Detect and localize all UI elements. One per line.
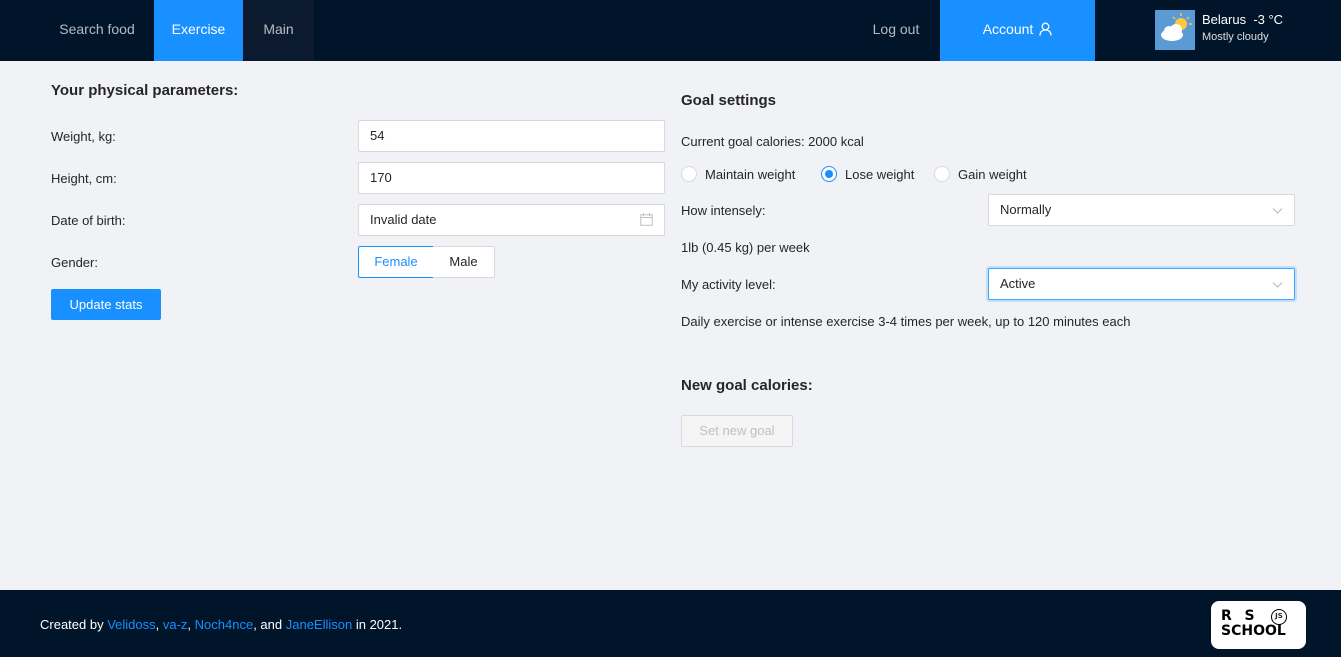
account-button[interactable]: Account xyxy=(940,0,1095,61)
weather-description: Mostly cloudy xyxy=(1202,31,1269,43)
gender-female-button[interactable]: Female xyxy=(358,246,434,278)
weather-location-temp: Belarus -3 °C xyxy=(1202,12,1283,27)
radio-circle xyxy=(934,166,950,182)
nav-exercise[interactable]: Exercise xyxy=(154,0,243,61)
chevron-down-icon xyxy=(1272,208,1283,214)
nav-search-food[interactable]: Search food xyxy=(40,0,154,61)
footer-sep: , and xyxy=(253,617,286,632)
logo-line1: R S xyxy=(1221,608,1256,624)
footer-credits: Created by Velidoss, va-z, Noch4nce, and… xyxy=(40,617,402,632)
footer-sep: , xyxy=(187,617,195,632)
physical-params-title: Your physical parameters: xyxy=(51,82,239,99)
activity-value: Active xyxy=(1000,276,1036,291)
intensity-select[interactable]: Normally xyxy=(988,194,1295,226)
activity-label: My activity level: xyxy=(681,277,776,292)
nav-main[interactable]: Main xyxy=(243,0,314,61)
new-goal-title: New goal calories: xyxy=(681,377,813,394)
weather-temperature: -3 °C xyxy=(1253,12,1284,27)
logout-button[interactable]: Log out xyxy=(852,0,940,61)
user-icon xyxy=(1039,22,1052,36)
author-link-va-z[interactable]: va-z xyxy=(163,617,188,632)
footer: Created by Velidoss, va-z, Noch4nce, and… xyxy=(0,590,1341,657)
update-stats-button[interactable]: Update stats xyxy=(51,289,161,320)
intensity-note: 1lb (0.45 kg) per week xyxy=(681,240,810,255)
intensity-label: How intensely: xyxy=(681,203,766,218)
chevron-down-icon xyxy=(1272,282,1283,288)
radio-circle xyxy=(681,166,697,182)
activity-select[interactable]: Active xyxy=(988,268,1295,300)
radio-lose-weight[interactable]: Lose weight xyxy=(821,166,914,182)
radio-gain-weight[interactable]: Gain weight xyxy=(934,166,1027,182)
dob-label: Date of birth: xyxy=(51,213,126,228)
radio-label: Lose weight xyxy=(845,167,915,182)
author-link-velidoss[interactable]: Velidoss xyxy=(107,617,155,632)
dob-picker[interactable]: Invalid date xyxy=(358,204,665,236)
gender-male-button[interactable]: Male xyxy=(433,246,495,278)
partly-cloudy-icon xyxy=(1155,10,1195,50)
gender-label: Gender: xyxy=(51,255,98,270)
footer-suffix: in 2021. xyxy=(352,617,403,632)
top-navbar: Search food Exercise Main Log out Accoun… xyxy=(0,0,1341,61)
set-new-goal-button[interactable]: Set new goal xyxy=(681,415,793,447)
radio-label: Maintain weight xyxy=(705,167,796,182)
weight-label: Weight, kg: xyxy=(51,129,116,144)
radio-circle-checked xyxy=(821,166,837,182)
dob-value: Invalid date xyxy=(370,212,437,227)
activity-note: Daily exercise or intense exercise 3-4 t… xyxy=(681,314,1131,329)
radio-maintain-weight[interactable]: Maintain weight xyxy=(681,166,795,182)
goal-settings-title: Goal settings xyxy=(681,92,777,109)
calendar-icon xyxy=(640,213,653,226)
height-input[interactable]: 170 xyxy=(358,162,665,194)
rs-school-logo[interactable]: R S JS SCHOOL xyxy=(1211,601,1306,649)
author-link-noch4nce[interactable]: Noch4nce xyxy=(195,617,254,632)
account-label: Account xyxy=(982,21,1034,37)
footer-sep: , xyxy=(155,617,163,632)
logo-line2: SCHOOL xyxy=(1221,623,1286,639)
footer-prefix: Created by xyxy=(40,617,108,632)
radio-label: Gain weight xyxy=(958,167,1027,182)
weather-widget: Belarus -3 °C Mostly cloudy xyxy=(1155,10,1305,50)
height-label: Height, cm: xyxy=(51,171,117,186)
weather-location: Belarus xyxy=(1202,12,1247,27)
weight-input[interactable]: 54 xyxy=(358,120,665,152)
author-link-janeellison[interactable]: JaneEllison xyxy=(286,617,353,632)
current-goal-calories: Current goal calories: 2000 kcal xyxy=(681,134,864,149)
intensity-value: Normally xyxy=(1000,202,1052,217)
